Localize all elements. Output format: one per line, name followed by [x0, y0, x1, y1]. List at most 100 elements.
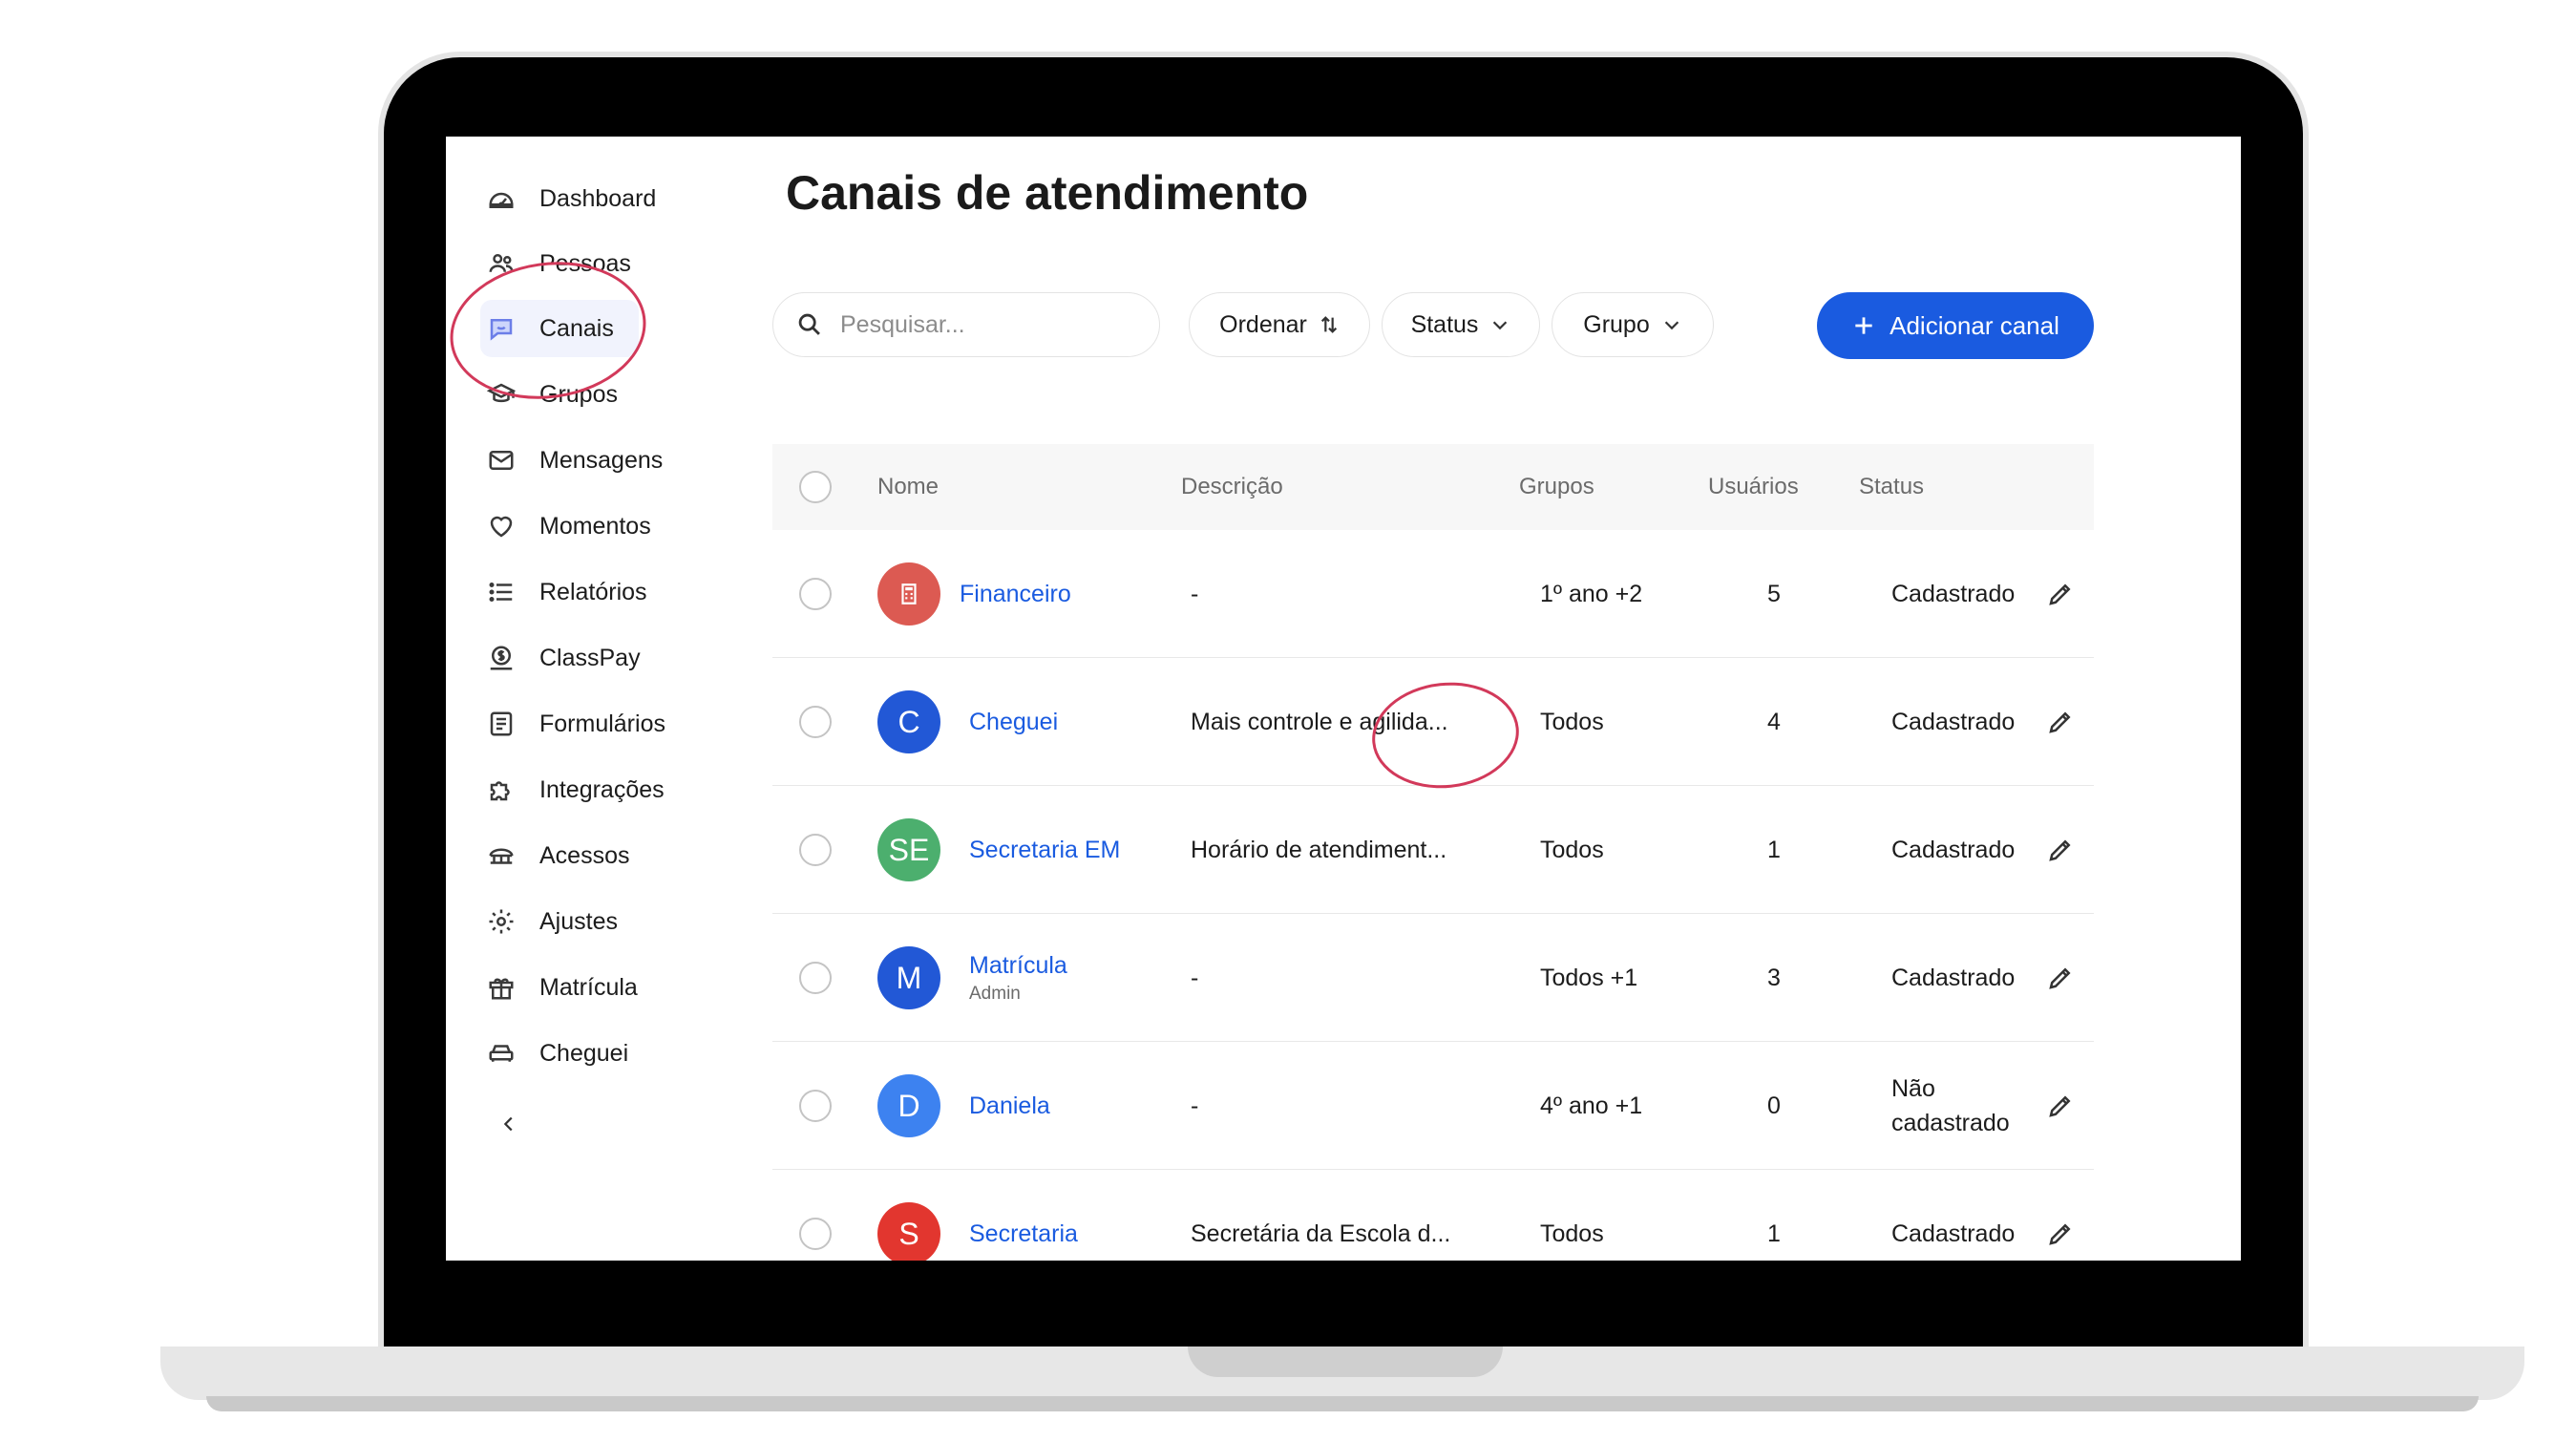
puzzle-icon — [486, 774, 517, 805]
channel-description: - — [1191, 1092, 1199, 1119]
channel-name-link[interactable]: Cheguei — [969, 709, 1058, 736]
sidebar: Dashboard Pessoas Canais Grupos Mensagen — [446, 137, 761, 1261]
status-filter-dropdown[interactable]: Status — [1382, 292, 1540, 357]
sidebar-item-cheguei[interactable]: Cheguei — [486, 1025, 744, 1082]
pencil-icon — [2049, 583, 2071, 605]
sidebar-item-dashboard[interactable]: Dashboard — [486, 170, 744, 227]
column-header-name[interactable]: Nome — [877, 444, 939, 530]
table-row[interactable]: SE Secretaria EM Horário de atendiment..… — [772, 786, 2094, 914]
pencil-icon — [2049, 711, 2071, 733]
add-channel-label: Adicionar canal — [1890, 310, 2059, 340]
row-checkbox[interactable] — [799, 1218, 832, 1250]
plus-icon — [1855, 317, 1872, 334]
select-all-checkbox[interactable] — [799, 471, 832, 503]
channel-description: - — [1191, 580, 1199, 607]
sidebar-item-label: Pessoas — [539, 249, 631, 277]
row-checkbox[interactable] — [799, 1090, 832, 1122]
channel-name-link[interactable]: Financeiro — [960, 581, 1071, 608]
list-icon — [486, 577, 517, 607]
table-row[interactable]: C Cheguei Mais controle e agilida... Tod… — [772, 658, 2094, 786]
row-checkbox[interactable] — [799, 962, 832, 994]
channel-groups: Todos — [1540, 836, 1604, 863]
status-filter-label: Status — [1410, 310, 1479, 338]
sidebar-item-pessoas[interactable]: Pessoas — [486, 235, 744, 292]
channel-name-link[interactable]: Secretaria — [969, 1220, 1078, 1248]
table-header: Nome Descrição Grupos Usuários Status — [772, 444, 2094, 530]
table-row[interactable]: S Secretaria Secretária da Escola d... T… — [772, 1170, 2094, 1261]
sort-arrows-icon — [1320, 316, 1337, 333]
column-header-status[interactable]: Status — [1859, 444, 1924, 530]
pencil-icon — [2049, 967, 2071, 989]
chevron-down-icon — [1493, 321, 1508, 330]
channel-users-count: 5 — [1767, 580, 1781, 607]
sidebar-item-label: Grupos — [539, 380, 618, 408]
channel-groups: Todos — [1540, 1219, 1604, 1247]
table-row[interactable]: M Matrícula Admin - Todos +1 3 Cadastrad… — [772, 914, 2094, 1042]
channel-status: Cadastrado — [1891, 1219, 2016, 1247]
sidebar-item-matricula[interactable]: Matrícula — [486, 959, 744, 1016]
edit-button[interactable] — [2042, 960, 2079, 996]
laptop-notch — [1188, 1347, 1503, 1377]
dashboard-icon — [486, 183, 517, 214]
row-checkbox[interactable] — [799, 706, 832, 738]
sidebar-item-label: Momentos — [539, 512, 651, 540]
channel-status: Cadastrado — [1891, 964, 2016, 991]
channel-users-count: 0 — [1767, 1092, 1781, 1119]
sidebar-item-label: Matrícula — [539, 973, 638, 1001]
column-header-groups[interactable]: Grupos — [1519, 444, 1594, 530]
channel-name-link[interactable]: Daniela — [969, 1092, 1050, 1120]
sidebar-item-label: Cheguei — [539, 1039, 629, 1067]
heart-icon — [486, 511, 517, 541]
laptop-base-shadow — [206, 1396, 2479, 1411]
row-checkbox[interactable] — [799, 578, 832, 610]
coin-icon — [486, 643, 517, 673]
search-box[interactable] — [772, 292, 1160, 357]
edit-button[interactable] — [2042, 1088, 2079, 1124]
form-icon — [486, 709, 517, 739]
sidebar-item-acessos[interactable]: Acessos — [486, 827, 744, 884]
chat-icon — [486, 313, 517, 344]
edit-button[interactable] — [2042, 576, 2079, 612]
sidebar-item-canais[interactable]: Canais — [480, 300, 639, 357]
group-filter-label: Grupo — [1583, 310, 1650, 338]
sidebar-item-integracoes[interactable]: Integrações — [486, 761, 744, 818]
add-channel-button[interactable]: Adicionar canal — [1817, 292, 2094, 359]
channel-description: Secretária da Escola d... — [1191, 1219, 1451, 1247]
sidebar-item-ajustes[interactable]: Ajustes — [486, 893, 744, 950]
channel-users-count: 4 — [1767, 708, 1781, 735]
search-input[interactable] — [838, 309, 1148, 340]
people-icon — [486, 248, 517, 279]
column-header-description[interactable]: Descrição — [1181, 444, 1283, 530]
channel-groups: Todos — [1540, 708, 1604, 735]
sidebar-item-label: Canais — [539, 314, 614, 342]
sidebar-item-momentos[interactable]: Momentos — [486, 498, 744, 555]
column-header-users[interactable]: Usuários — [1708, 444, 1799, 530]
car-icon — [486, 1038, 517, 1069]
channel-subname: Admin — [969, 983, 1021, 1004]
sidebar-item-label: Formulários — [539, 710, 665, 737]
edit-button[interactable] — [2042, 832, 2079, 868]
chevron-down-icon — [1664, 321, 1679, 330]
table-row[interactable]: D Daniela - 4º ano +1 0 Não cadastrado — [772, 1042, 2094, 1170]
row-checkbox[interactable] — [799, 834, 832, 866]
sidebar-item-relatorios[interactable]: Relatórios — [486, 563, 744, 621]
collapse-sidebar-button[interactable] — [492, 1107, 526, 1141]
sort-button[interactable]: Ordenar — [1189, 292, 1370, 357]
channel-users-count: 3 — [1767, 964, 1781, 991]
sidebar-item-mensagens[interactable]: Mensagens — [486, 432, 744, 489]
channel-groups: Todos +1 — [1540, 964, 1638, 991]
pencil-icon — [2049, 839, 2071, 861]
group-filter-dropdown[interactable]: Grupo — [1552, 292, 1714, 357]
table-row[interactable]: Financeiro - 1º ano +2 5 Cadastrado — [772, 530, 2094, 658]
gift-icon — [486, 972, 517, 1003]
edit-button[interactable] — [2042, 704, 2079, 740]
channel-name-link[interactable]: Matrícula — [969, 952, 1067, 980]
channel-status: Cadastrado — [1891, 836, 2016, 863]
sidebar-item-formularios[interactable]: Formulários — [486, 695, 744, 753]
channel-name-link[interactable]: Secretaria EM — [969, 837, 1120, 864]
sidebar-item-label: Mensagens — [539, 446, 664, 474]
sidebar-item-classpay[interactable]: ClassPay — [486, 629, 744, 687]
search-icon — [798, 313, 820, 335]
sidebar-item-grupos[interactable]: Grupos — [486, 366, 744, 423]
edit-button[interactable] — [2042, 1216, 2079, 1252]
